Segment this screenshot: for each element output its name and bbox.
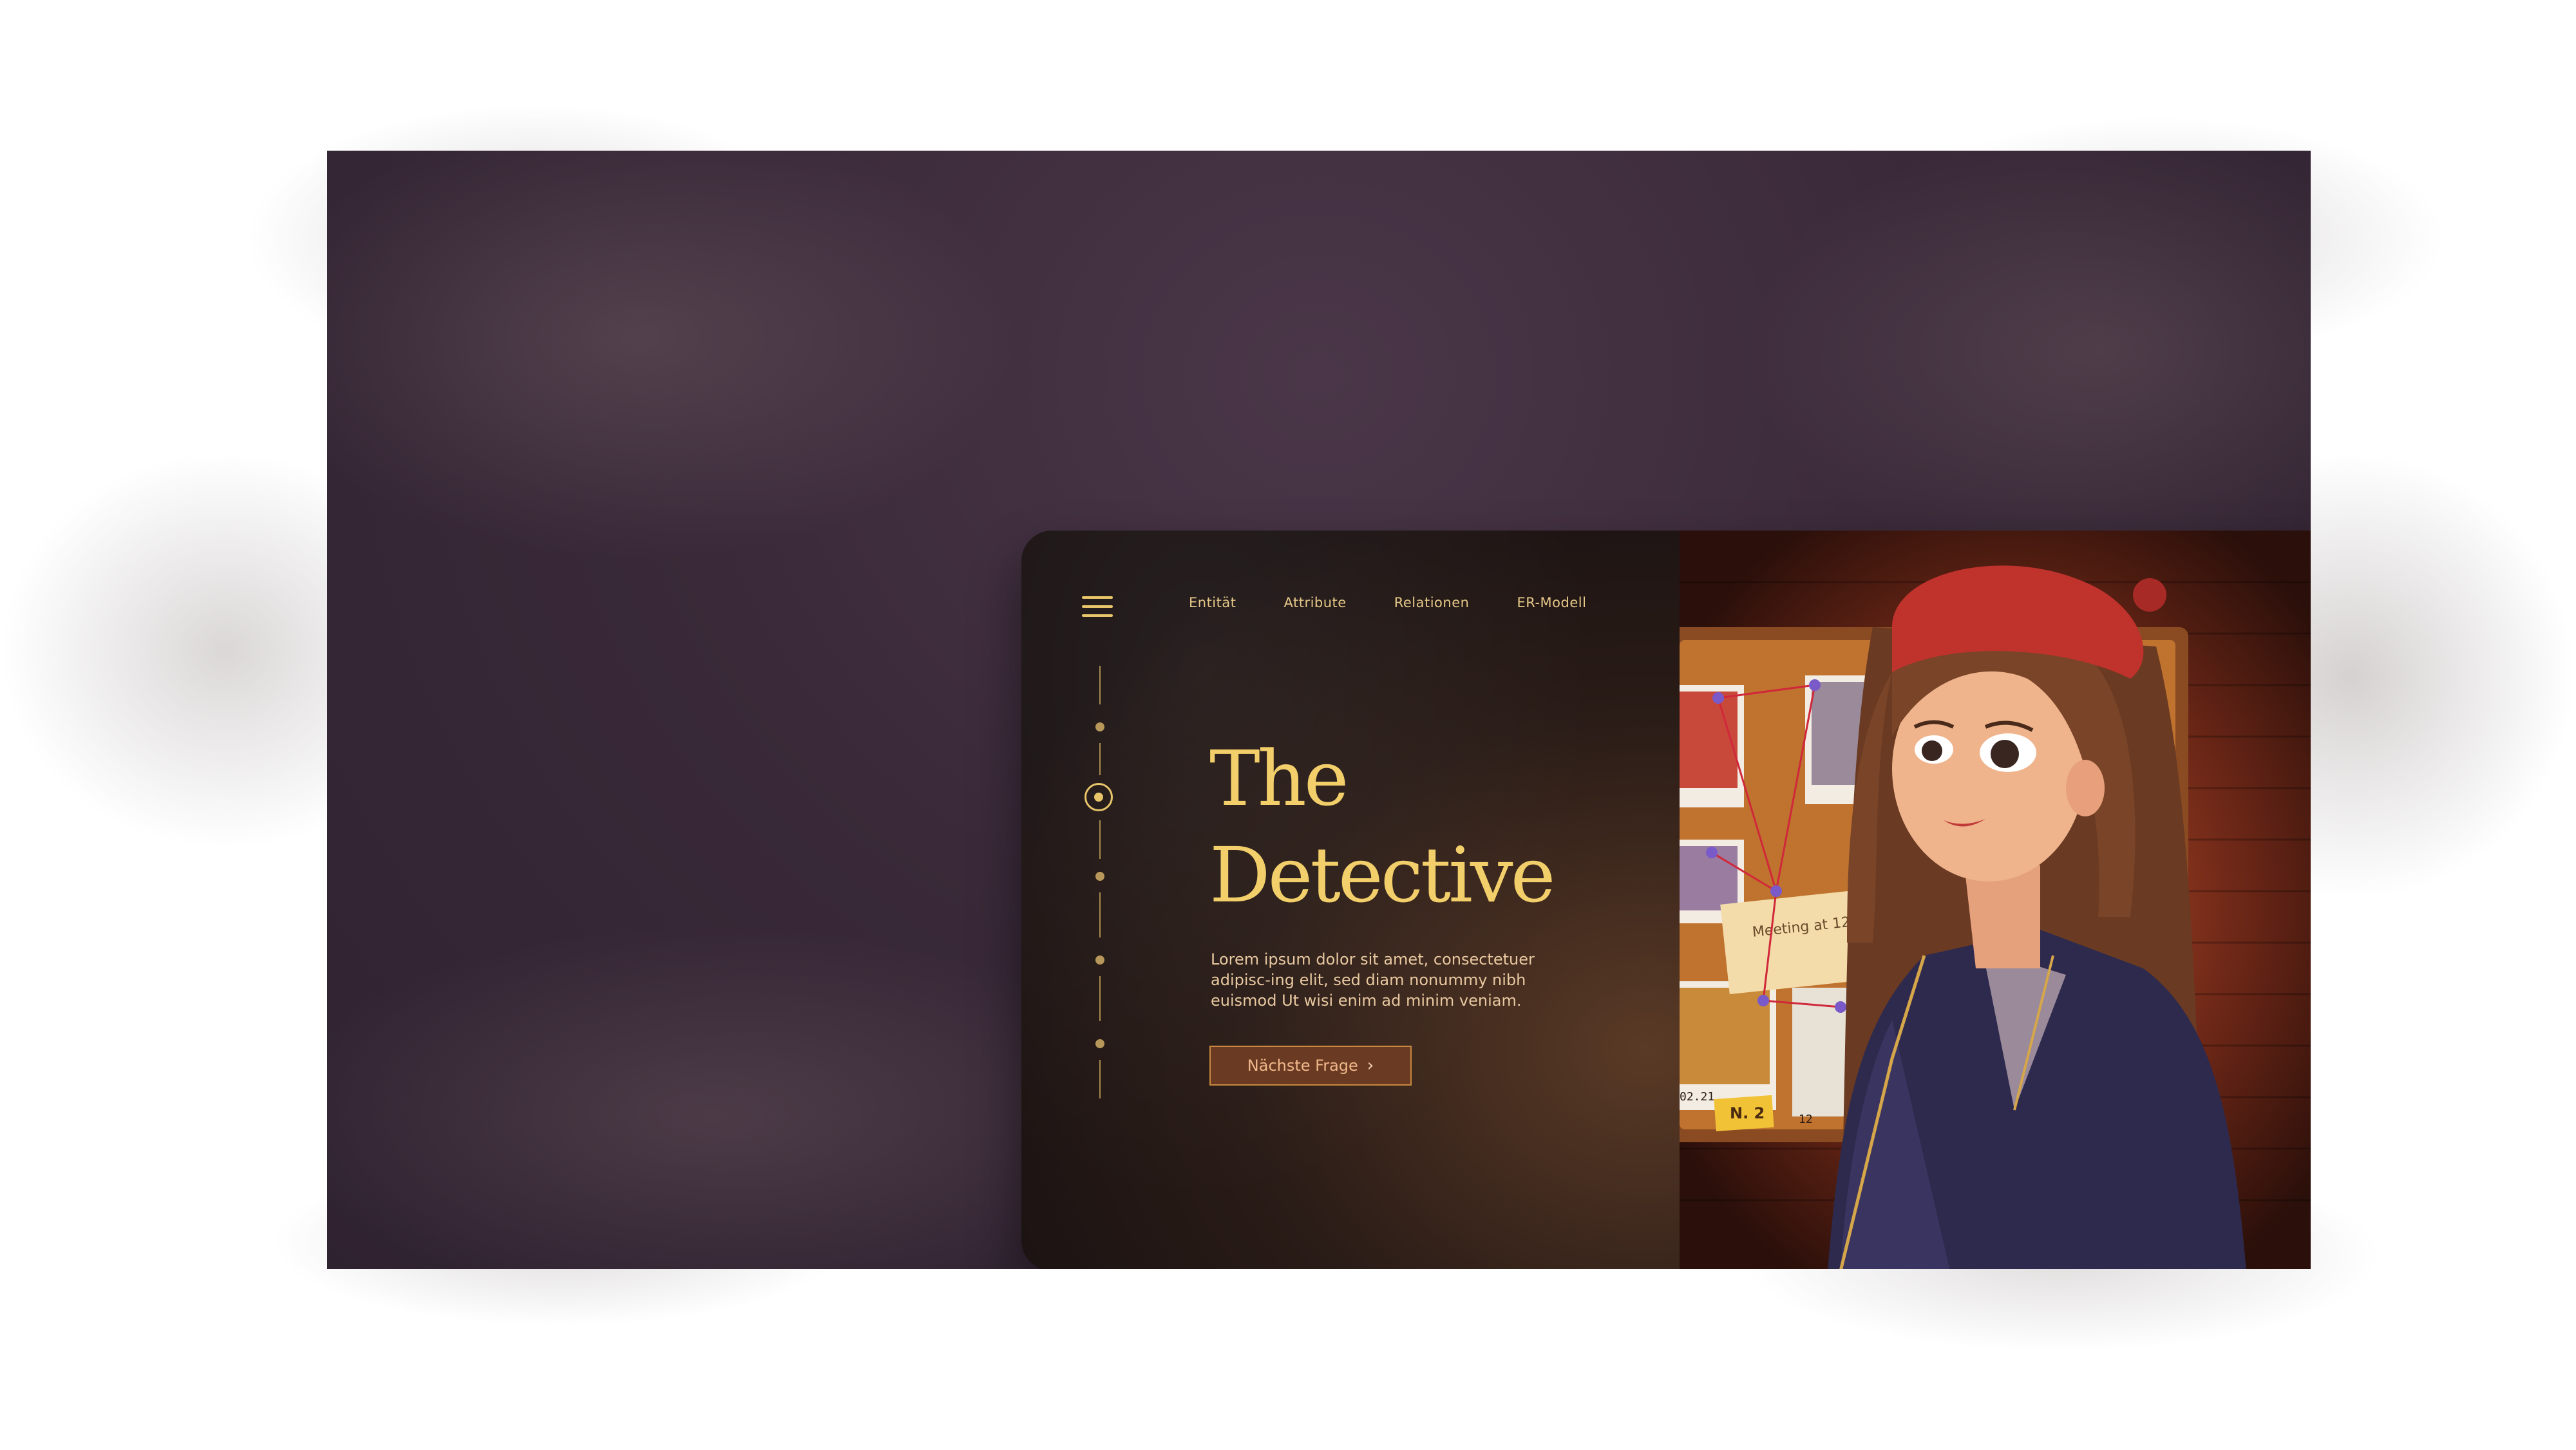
nav-er-modell[interactable]: ER-Modell — [1517, 595, 1586, 610]
photo-number: 12 — [1799, 1113, 1813, 1126]
top-nav: Entität Attribute Relationen ER-Modell — [1189, 595, 1586, 610]
hamburger-menu-icon[interactable] — [1082, 596, 1113, 619]
photo-map-image — [1680, 988, 1770, 1084]
stepper-line-bottom — [1099, 1060, 1101, 1098]
next-question-button[interactable]: Nächste Frage › — [1209, 1046, 1412, 1086]
meeting-note — [1720, 890, 1858, 995]
frame-smoke-2 — [1744, 151, 2311, 576]
hero-description: Lorem ipsum dolor sit amet, consectetuer… — [1211, 950, 1535, 1010]
stepper-line — [1099, 892, 1101, 937]
nav-attribute[interactable]: Attribute — [1283, 595, 1346, 610]
chevron-right-icon: › — [1367, 1056, 1374, 1075]
step-indicator — [1084, 666, 1113, 1129]
frame-smoke-1 — [327, 151, 1023, 563]
stepper-line — [1099, 820, 1101, 859]
nav-relationen[interactable]: Relationen — [1394, 595, 1470, 610]
photo-redhead-image — [1680, 692, 1738, 788]
stepper-line — [1099, 976, 1101, 1021]
content-panel: Entität Attribute Relationen ER-Modell T… — [1021, 531, 1680, 1269]
page-title: The Detective — [1209, 730, 1555, 923]
step-dot-1[interactable] — [1095, 722, 1104, 731]
title-line-1: The — [1209, 734, 1349, 823]
stepper-line-top — [1099, 666, 1101, 704]
title-line-2: Detective — [1209, 831, 1555, 919]
browser-frame: Entität Attribute Relationen ER-Modell T… — [327, 151, 2311, 1269]
step-dot-active[interactable] — [1084, 783, 1113, 811]
nav-entitaet[interactable]: Entität — [1189, 595, 1236, 610]
landing-card: Entität Attribute Relationen ER-Modell T… — [1021, 531, 2311, 1269]
stepper-line — [1099, 743, 1101, 775]
evidence-tag-text: N. 2 — [1730, 1104, 1765, 1122]
illustration-svg: Meeting at 12:00 02.21 N. 2 12 — [1667, 531, 2311, 1269]
detective-illustration: Meeting at 12:00 02.21 N. 2 12 — [1667, 531, 2311, 1269]
photo-date: 02.21 — [1680, 1090, 1714, 1104]
step-dot-4[interactable] — [1095, 956, 1104, 965]
cta-label: Nächste Frage — [1247, 1057, 1358, 1075]
step-dot-5[interactable] — [1095, 1039, 1104, 1048]
step-dot-3[interactable] — [1095, 872, 1104, 881]
